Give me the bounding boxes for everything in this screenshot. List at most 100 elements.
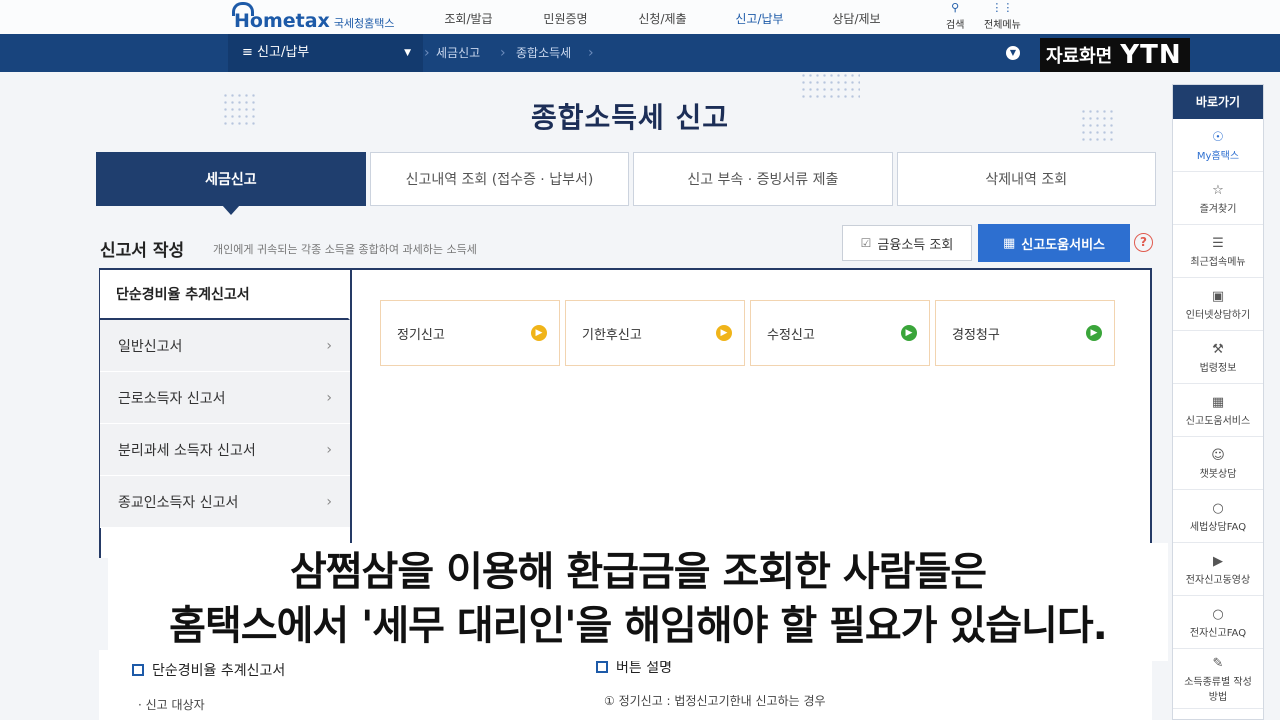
- chevron-right-icon: ›: [326, 493, 332, 510]
- chevron-right-icon: ›: [326, 441, 332, 458]
- quick-item-recent-menu[interactable]: ☰ 최근접속메뉴: [1173, 225, 1263, 278]
- card-late-filing[interactable]: 기한후신고 ▶: [565, 300, 745, 366]
- quick-item-label: 세법상담FAQ: [1189, 521, 1247, 533]
- menu-item-simple-expense[interactable]: 단순경비율 추계신고서: [100, 270, 350, 320]
- quick-item-tax-faq[interactable]: ○ 세법상담FAQ: [1173, 490, 1263, 543]
- arrow-circle-icon: ▶: [901, 325, 917, 341]
- hometax-logo[interactable]: Hometax 국세청홈택스: [228, 0, 395, 34]
- square-bullet-icon: [132, 664, 144, 676]
- main-nav: 조회/발급 민원증명 신청/제출 신고/납부 상담/제보: [420, 8, 905, 36]
- broadcast-caption: 자료화면: [1046, 46, 1113, 67]
- help-question-icon[interactable]: ?: [1134, 233, 1153, 252]
- quick-item-favorites[interactable]: ☆ 즐겨찾기: [1173, 172, 1263, 225]
- quick-item-e-filing-faq[interactable]: ○ 전자신고FAQ: [1173, 596, 1263, 649]
- quick-item-online-consult[interactable]: ▣ 인터넷상담하기: [1173, 278, 1263, 331]
- tab-tax-filing[interactable]: 세금신고: [96, 152, 366, 215]
- ytn-logo: YTN: [1120, 40, 1182, 70]
- chatbot-icon: ☺: [1211, 447, 1225, 463]
- arrow-circle-icon: ▶: [531, 325, 547, 341]
- all-menu-button[interactable]: ⋮⋮ 전체메뉴: [984, 0, 1021, 31]
- section-description: 개인에게 귀속되는 각종 소득을 종합하여 과세하는 소득세: [213, 243, 477, 256]
- quick-links-title: 바로가기: [1173, 85, 1263, 119]
- financial-income-button[interactable]: ☑ 금융소득 조회: [842, 225, 972, 261]
- menu-lines-icon: ≡: [242, 45, 258, 60]
- tab-bar: 세금신고 신고내역 조회 (접수증 · 납부서) 신고 부속 · 증빙서류 제출…: [96, 152, 1156, 215]
- tab-attachments[interactable]: 신고 부속 · 증빙서류 제출: [633, 152, 893, 206]
- chevron-right-icon: ›: [326, 337, 332, 354]
- menu-item-label: 종교인소득자 신고서: [118, 494, 239, 511]
- quick-item-label: 신고도움서비스: [1185, 415, 1251, 427]
- menu-item-separate-tax[interactable]: 분리과세 소득자 신고서 ›: [100, 424, 350, 476]
- filing-help-button[interactable]: ▦ 신고도움서비스: [978, 224, 1130, 262]
- card-label: 정기신고: [397, 327, 445, 343]
- card-regular-filing[interactable]: 정기신고 ▶: [380, 300, 560, 366]
- menu-item-general[interactable]: 일반신고서 ›: [100, 320, 350, 372]
- nav-item-certificate[interactable]: 민원증명: [517, 8, 614, 36]
- subtitle-line-1: 삼쩜삼을 이용해 환급금을 조회한 사람들은: [289, 549, 987, 595]
- chat-icon: ○: [1212, 606, 1224, 622]
- chat-icon: ○: [1212, 500, 1224, 516]
- top-header: Hometax 국세청홈택스 조회/발급 민원증명 신청/제출 신고/납부 상담…: [0, 0, 1280, 36]
- person-icon: ☉: [1212, 129, 1224, 145]
- menu-item-label: 일반신고서: [118, 338, 183, 355]
- section-title: 신고서 작성: [100, 241, 185, 261]
- page-title: 종합소득세 신고: [530, 101, 730, 134]
- nav-item-filing[interactable]: 신고/납부: [711, 8, 808, 36]
- tab-filing-history[interactable]: 신고내역 조회 (접수증 · 납부서): [369, 152, 630, 206]
- quick-item-filing-help[interactable]: ▦ 신고도움서비스: [1173, 384, 1263, 437]
- checkbox-icon: ☑: [860, 236, 872, 250]
- filing-type-cards: 정기신고 ▶ 기한후신고 ▶ 수정신고 ▶ 경정청구 ▶: [380, 300, 1115, 366]
- info-left-subtitle: · 신고 대상자: [138, 698, 205, 712]
- tab-deleted-history[interactable]: 삭제내역 조회: [896, 152, 1156, 206]
- menu-item-religious[interactable]: 종교인소득자 신고서 ›: [100, 476, 350, 528]
- grid-icon: ⋮⋮: [991, 1, 1014, 14]
- quick-item-chatbot[interactable]: ☺ 챗봇상담: [1173, 437, 1263, 490]
- gavel-icon: ⚒: [1212, 341, 1224, 357]
- breadcrumb-separator: ›: [424, 45, 430, 61]
- nav-item-consult[interactable]: 상담/제보: [808, 8, 905, 36]
- form-type-menu: 단순경비율 추계신고서 일반신고서 › 근로소득자 신고서 › 분리과세 소득자…: [100, 270, 352, 560]
- menu-item-earned-income[interactable]: 근로소득자 신고서 ›: [100, 372, 350, 424]
- menu-item-label: 분리과세 소득자 신고서: [118, 442, 256, 459]
- info-left-title-text: 단순경비율 추계신고서: [152, 663, 286, 679]
- quick-item-law-info[interactable]: ⚒ 법령정보: [1173, 331, 1263, 384]
- edit-icon: ✎: [1212, 655, 1224, 671]
- nav-item-application[interactable]: 신청/제출: [614, 8, 711, 36]
- breadcrumb-dropdown-icon[interactable]: ▼: [1006, 46, 1020, 60]
- all-menu-label: 전체메뉴: [984, 20, 1021, 31]
- card-label: 경정청구: [952, 327, 1000, 343]
- breadcrumb-level3[interactable]: 종합소득세: [516, 34, 571, 72]
- financial-income-label: 금융소득 조회: [877, 237, 954, 253]
- star-icon: ☆: [1212, 182, 1224, 198]
- logo-subtext: 국세청홈택스: [333, 17, 395, 30]
- card-label: 수정신고: [767, 327, 815, 343]
- breadcrumb-level1-label: 신고/납부: [257, 45, 310, 60]
- square-bullet-icon: [596, 661, 608, 673]
- broadcast-overlay: 자료화면 YTN: [1040, 38, 1190, 72]
- breadcrumb-level1-select[interactable]: ≡ 신고/납부 ▼: [228, 34, 423, 72]
- house-icon: [232, 2, 254, 16]
- quick-item-label: 최근접속메뉴: [1190, 256, 1246, 268]
- quick-item-label: 즐겨찾기: [1199, 203, 1237, 215]
- info-left-title: 단순경비율 추계신고서: [132, 660, 285, 680]
- nav-item-inquiry[interactable]: 조회/발급: [420, 8, 517, 36]
- quick-item-label: 소득종류별 작성방법: [1184, 676, 1252, 703]
- chevron-down-icon: ▼: [404, 48, 411, 58]
- card-refund-claim[interactable]: 경정청구 ▶: [935, 300, 1115, 366]
- breadcrumb-separator: ›: [500, 45, 506, 61]
- quick-item-label: 전자신고동영상: [1185, 574, 1251, 586]
- arrow-circle-icon: ▶: [1086, 325, 1102, 341]
- quick-item-writing-guide[interactable]: ✎ 소득종류별 작성방법: [1173, 649, 1263, 709]
- breadcrumb-separator: ›: [588, 45, 594, 61]
- quick-item-my-hometax[interactable]: ☉ My홈택스: [1173, 119, 1263, 172]
- card-amended-filing[interactable]: 수정신고 ▶: [750, 300, 930, 366]
- search-label: 검색: [946, 20, 965, 31]
- search-button[interactable]: ⚲ 검색: [946, 0, 964, 31]
- book-icon: ▦: [1211, 394, 1225, 410]
- quick-item-e-filing-video[interactable]: ▶ 전자신고동영상: [1173, 543, 1263, 596]
- book-icon: ▦: [1002, 235, 1016, 251]
- breadcrumb-level2[interactable]: 세금신고: [436, 34, 480, 72]
- menu-item-label: 근로소득자 신고서: [118, 390, 226, 407]
- broadcast-subtitles: 삼쩜삼을 이용해 환급금을 조회한 사람들은 홈택스에서 '세무 대리인'을 해…: [108, 543, 1168, 661]
- subtitle-line-2: 홈택스에서 '세무 대리인'을 해임해야 할 필요가 있습니다.: [169, 603, 1108, 649]
